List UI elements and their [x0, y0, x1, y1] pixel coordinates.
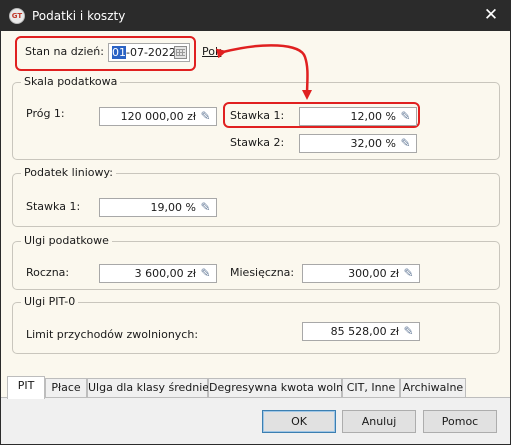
miesieczna-label: Miesięczna: [230, 266, 295, 279]
tab-pit[interactable]: PIT [7, 376, 45, 399]
liniowy-stawka1-label: Stawka 1: [26, 200, 81, 213]
date-input[interactable]: 01-07-2022 [108, 43, 190, 62]
pencil-icon[interactable]: ✎ [398, 136, 413, 151]
group-title-pit0: Ulgi PIT-0 [21, 295, 79, 308]
calendar-icon[interactable] [174, 46, 187, 59]
group-title-liniowy: Podatek liniowy: [21, 166, 116, 179]
cancel-button[interactable]: Anuluj [342, 410, 416, 433]
tab-place[interactable]: Płace [45, 378, 87, 398]
ok-button[interactable]: OK [262, 410, 336, 433]
ulgi-pit0-group: Ulgi PIT-0 Limit przychodów zwolnionych:… [12, 295, 500, 354]
app-logo-icon: GT [9, 8, 25, 24]
roczna-field[interactable]: 3 600,00 zł ✎ [99, 264, 217, 283]
stawka1-label: Stawka 1: [230, 109, 285, 122]
group-title-skala: Skala podatkowa [21, 75, 121, 88]
limit-value: 85 528,00 zł [330, 325, 399, 338]
ulgi-podatkowe-group: Ulgi podatkowe Roczna: 3 600,00 zł ✎ Mie… [12, 234, 500, 290]
dialog-body: Stan na dzień: 01-07-2022 Pok Skala poda… [1, 31, 510, 444]
window-title: Podatki i koszty [32, 9, 126, 23]
group-title-ulgi: Ulgi podatkowe [21, 234, 112, 247]
limit-label: Limit przychodów zwolnionych: [26, 328, 199, 341]
stawka2-label: Stawka 2: [230, 136, 285, 149]
pencil-icon[interactable]: ✎ [198, 109, 213, 124]
prog1-label: Próg 1: [26, 107, 65, 120]
limit-field[interactable]: 85 528,00 zł ✎ [302, 322, 420, 341]
date-rest: -07-2022 [126, 46, 176, 59]
pencil-icon[interactable]: ✎ [398, 109, 413, 124]
prog1-field[interactable]: 120 000,00 zł ✎ [99, 107, 217, 126]
show-link[interactable]: Pok [202, 45, 221, 58]
tab-ulga-klasa-srednia[interactable]: Ulga dla klasy średniej [87, 378, 212, 398]
stawka2-field[interactable]: 32,00 % ✎ [299, 134, 417, 153]
dialog-window: GT Podatki i koszty ✕ Stan na dzień: 01-… [0, 0, 511, 445]
pencil-icon[interactable]: ✎ [198, 200, 213, 215]
miesieczna-field[interactable]: 300,00 zł ✎ [302, 264, 420, 283]
liniowy-stawka1-field[interactable]: 19,00 % ✎ [99, 198, 217, 217]
roczna-value: 3 600,00 zł [134, 267, 196, 280]
pencil-icon[interactable]: ✎ [401, 266, 416, 281]
button-bar: OK Anuluj Pomoc [1, 397, 510, 444]
date-label: Stan na dzień: [25, 45, 104, 58]
prog1-value: 120 000,00 zł [120, 110, 196, 123]
pencil-icon[interactable]: ✎ [401, 324, 416, 339]
tab-degresywna-kwota[interactable]: Degresywna kwota wolna [208, 378, 350, 398]
date-day-selection: 01 [112, 46, 126, 59]
liniowy-stawka1-value: 19,00 % [150, 201, 196, 214]
miesieczna-value: 300,00 zł [348, 267, 399, 280]
title-bar[interactable]: GT Podatki i koszty ✕ [1, 1, 510, 31]
close-icon[interactable]: ✕ [478, 5, 504, 27]
stawka1-field[interactable]: 12,00 % ✎ [299, 107, 417, 126]
skala-podatkowa-group: Skala podatkowa Próg 1: 120 000,00 zł ✎ … [12, 75, 500, 160]
tab-archiwalne[interactable]: Archiwalne [400, 378, 466, 398]
roczna-label: Roczna: [26, 266, 70, 279]
stawka2-value: 32,00 % [350, 137, 396, 150]
tab-cit-inne[interactable]: CIT, Inne [342, 378, 400, 398]
help-button[interactable]: Pomoc [423, 410, 497, 433]
pencil-icon[interactable]: ✎ [198, 266, 213, 281]
stawka1-value: 12,00 % [350, 110, 396, 123]
podatek-liniowy-group: Podatek liniowy: Stawka 1: 19,00 % ✎ [12, 166, 500, 227]
